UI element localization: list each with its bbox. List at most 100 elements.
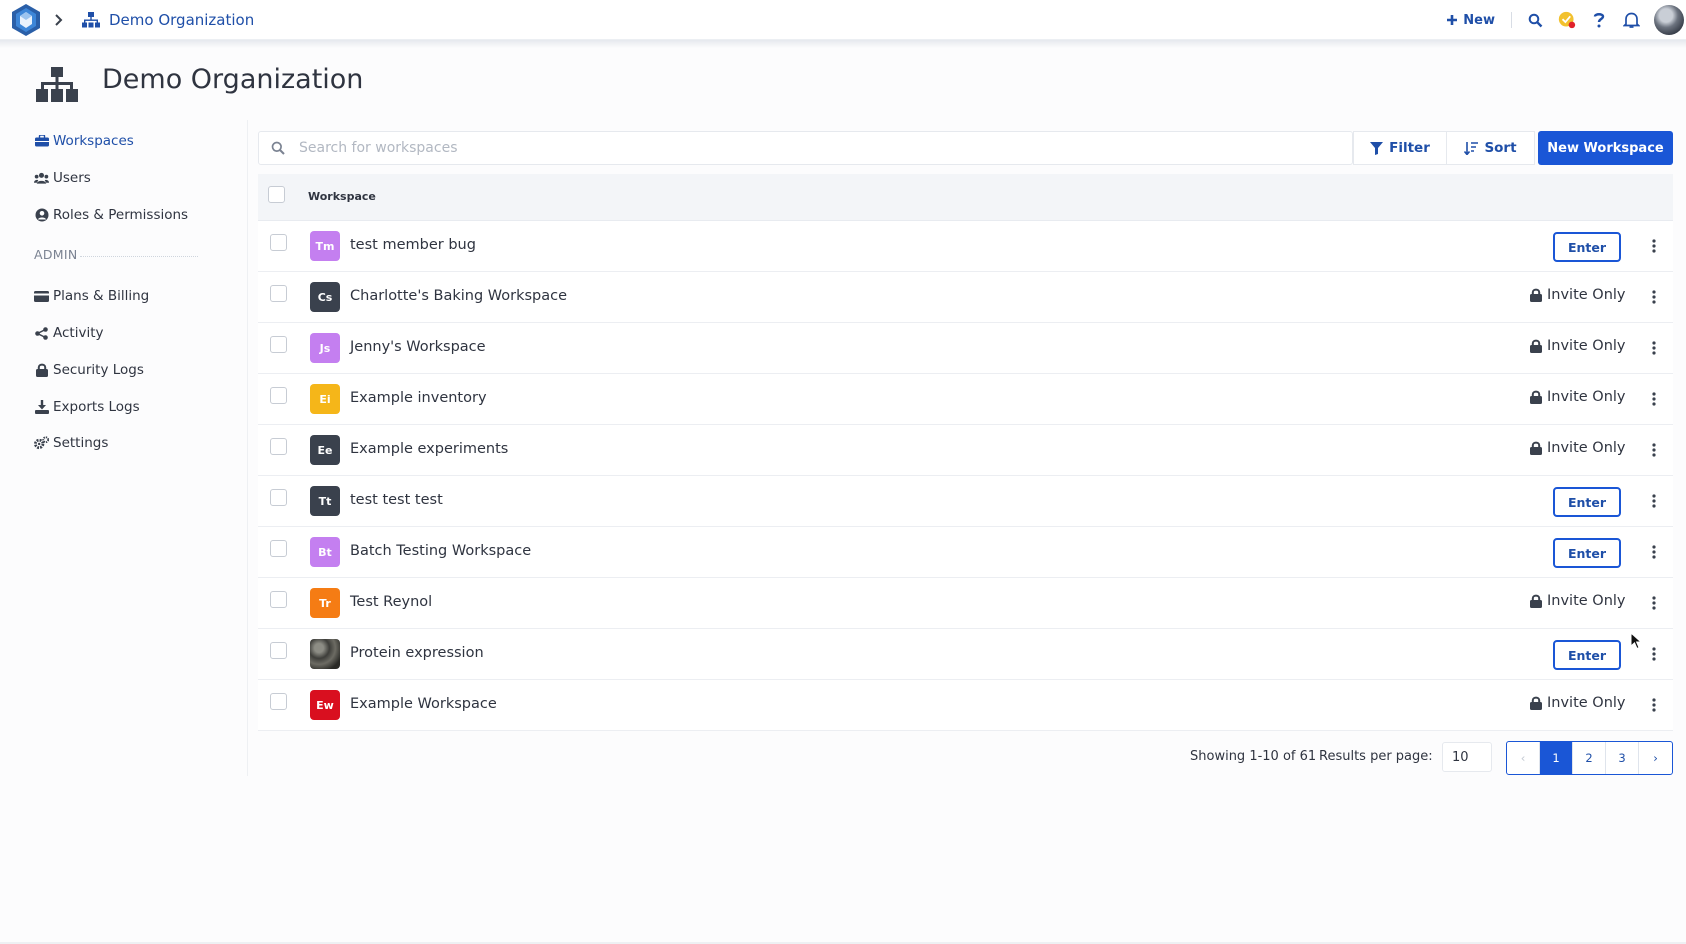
table-row[interactable]: Bt Batch Testing Workspace Enter [258,527,1673,578]
search-input[interactable] [299,140,1299,156]
workspace-name[interactable]: Example Workspace [350,696,497,712]
table-row[interactable]: Cs Charlotte's Baking Workspace Invite Onl… [258,272,1673,323]
workspace-name[interactable]: Batch Testing Workspace [350,543,531,559]
bell-icon[interactable] [1622,11,1640,29]
more-options-icon[interactable] [1649,235,1659,257]
workspace-name[interactable]: Protein expression [350,645,484,661]
more-options-icon[interactable] [1649,490,1659,512]
row-checkbox[interactable] [270,234,287,251]
sidebar-item-workspaces[interactable]: Workspaces [34,133,134,149]
sidebar-item-roles-permissions[interactable]: Roles & Permissions [34,207,188,223]
top-bar: Demo Organization New [0,0,1686,40]
app-logo-icon[interactable] [8,2,44,38]
search-icon[interactable] [1526,11,1544,29]
column-header-workspace: Workspace [308,190,376,203]
row-checkbox[interactable] [270,285,287,302]
workspace-name[interactable]: Test Reynol [350,594,432,610]
new-button-label: New [1463,12,1495,28]
workspace-name[interactable]: Example inventory [350,390,487,406]
more-options-icon[interactable] [1649,439,1659,461]
lock-icon [34,363,49,377]
page-button[interactable]: 2 [1573,742,1606,774]
enter-button[interactable]: Enter [1553,538,1621,568]
sidebar-item-settings[interactable]: Settings [34,435,108,451]
prev-page-button[interactable]: ‹ [1507,742,1540,774]
next-page-button[interactable]: › [1639,742,1672,774]
more-options-icon[interactable] [1649,337,1659,359]
filter-button[interactable]: Filter [1353,131,1447,165]
search-box [258,131,1353,165]
sidebar-item-exports-logs[interactable]: Exports Logs [34,399,140,415]
breadcrumb-organization[interactable]: Demo Organization [109,11,254,29]
search-icon [271,140,287,156]
row-checkbox[interactable] [270,540,287,557]
table-row[interactable]: Tm test member bug Enter [258,221,1673,272]
workspace-avatar: Ee [310,435,340,465]
more-options-icon[interactable] [1649,286,1659,308]
workspace-name[interactable]: Jenny's Workspace [350,339,486,355]
users-icon [34,171,49,185]
table-row[interactable]: Protein expression Enter [258,629,1673,680]
workspace-avatar [310,639,340,669]
row-checkbox[interactable] [270,642,287,659]
select-all-checkbox[interactable] [268,186,285,203]
workspace-avatar: Tm [310,231,340,261]
status-check-icon[interactable] [1558,11,1576,29]
table-row[interactable]: Ee Example experiments Invite Only [258,425,1673,476]
row-checkbox[interactable] [270,336,287,353]
invite-only-status: Invite Only [1530,389,1626,405]
sort-icon [1464,141,1479,155]
more-options-icon[interactable] [1649,541,1659,563]
workspace-name[interactable]: test test test [350,492,443,508]
workspace-name[interactable]: Charlotte's Baking Workspace [350,288,567,304]
row-checkbox[interactable] [270,591,287,608]
new-button[interactable]: New [1446,13,1495,28]
pagination: ‹ 1 2 3 › [1506,741,1673,775]
sidebar-item-label: Workspaces [53,133,134,149]
invite-only-label: Invite Only [1547,593,1626,609]
sidebar-item-label: Exports Logs [53,399,140,415]
enter-button[interactable]: Enter [1553,640,1621,670]
plus-icon [1447,15,1458,25]
sidebar-item-label: Security Logs [53,362,144,378]
sort-label: Sort [1484,140,1517,156]
row-checkbox[interactable] [270,693,287,710]
sort-button[interactable]: Sort [1447,131,1535,165]
help-icon[interactable] [1590,11,1608,29]
page-button[interactable]: 3 [1606,742,1639,774]
workspace-name[interactable]: test member bug [350,237,476,253]
more-options-icon[interactable] [1649,592,1659,614]
table-row[interactable]: Js Jenny's Workspace Invite Only [258,323,1673,374]
lock-icon [1530,441,1542,455]
new-workspace-button[interactable]: New Workspace [1538,131,1673,165]
page-button[interactable]: 1 [1540,742,1573,774]
workspace-name[interactable]: Example experiments [350,441,508,457]
sidebar-item-plans-billing[interactable]: Plans & Billing [34,288,149,304]
enter-button[interactable]: Enter [1553,232,1621,262]
more-options-icon[interactable] [1649,694,1659,716]
sidebar-item-activity[interactable]: Activity [34,325,104,341]
sidebar-item-label: Plans & Billing [53,288,150,304]
row-checkbox[interactable] [270,489,287,506]
table-row[interactable]: Ew Example Workspace Invite Only [258,680,1673,731]
invite-only-status: Invite Only [1530,593,1626,609]
workspace-avatar: Bt [310,537,340,567]
table-row[interactable]: Ei Example inventory Invite Only [258,374,1673,425]
results-per-page-select[interactable]: 10 [1442,742,1492,772]
sidebar-item-users[interactable]: Users [34,170,91,186]
row-checkbox[interactable] [270,387,287,404]
table-row[interactable]: Tr Test Reynol Invite Only [258,578,1673,629]
briefcase-icon [34,134,49,148]
sidebar-item-security-logs[interactable]: Security Logs [34,362,144,378]
more-options-icon[interactable] [1649,643,1659,665]
table-row[interactable]: Tt test test test Enter [258,476,1673,527]
credit-card-icon [34,289,49,303]
enter-button[interactable]: Enter [1553,487,1621,517]
row-checkbox[interactable] [270,438,287,455]
more-options-icon[interactable] [1649,388,1659,410]
user-avatar[interactable] [1654,5,1684,35]
workspace-avatar: Tt [310,486,340,516]
workspace-table: Workspace Tm test member bug Enter Cs Charlo… [258,174,1673,731]
page-title: Demo Organization [102,64,364,95]
lock-icon [1530,390,1542,404]
